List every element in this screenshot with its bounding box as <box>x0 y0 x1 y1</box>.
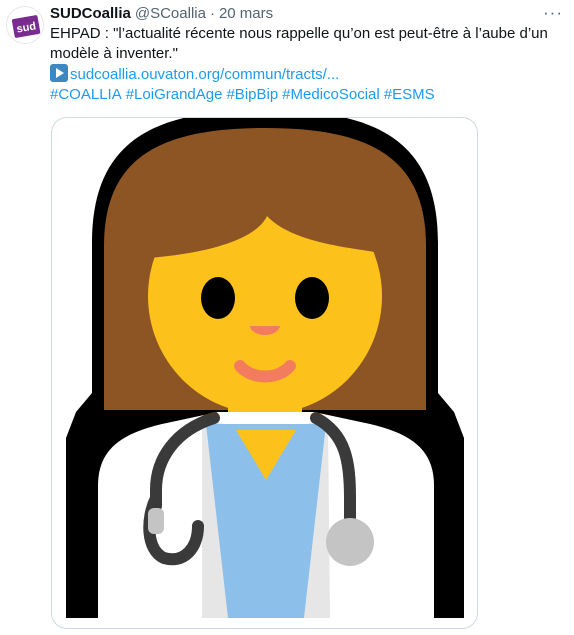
more-options-icon[interactable]: ··· <box>540 3 566 23</box>
woman-health-worker-icon <box>66 118 464 618</box>
hashtag-list: #COALLIA #LoiGrandAge #BipBip #MedicoSocial… <box>50 85 565 105</box>
tweet-date[interactable]: 20 mars <box>219 5 273 22</box>
tweet-text: EHPAD : "l’actualité récente nous rappel… <box>50 24 565 105</box>
eye-right <box>295 277 329 319</box>
stethoscope-tip <box>148 508 164 534</box>
tweet-link[interactable]: sudcoallia.ouvaton.org/commun/tracts/... <box>70 66 339 83</box>
tweet-link-line: sudcoallia.ouvaton.org/commun/tracts/... <box>50 64 565 85</box>
hashtag-medicosocial[interactable]: #MedicoSocial <box>282 86 380 103</box>
tweet-media-image[interactable] <box>51 117 478 629</box>
hashtag-esms[interactable]: #ESMS <box>384 86 435 103</box>
play-button-icon <box>50 64 68 82</box>
author-handle[interactable]: @SCoallia <box>135 5 206 22</box>
author-name[interactable]: SUDCoallia <box>50 5 131 22</box>
hashtag-coallia[interactable]: #COALLIA <box>50 86 122 103</box>
tweet[interactable]: sud SUDCoallia @SCoallia · 20 mars ··· E… <box>0 0 574 635</box>
hashtag-loigrandage[interactable]: #LoiGrandAge <box>126 86 223 103</box>
sud-logo-icon: sud <box>11 15 41 38</box>
tweet-text-line-1: EHPAD : "l’actualité récente nous rappel… <box>50 25 548 42</box>
tweet-header: SUDCoallia @SCoallia · 20 mars <box>50 3 273 23</box>
separator-dot: · <box>209 4 215 22</box>
stethoscope-chestpiece <box>326 518 374 566</box>
tweet-text-line-2: modèle à inventer." <box>50 45 178 62</box>
hashtag-bipbip[interactable]: #BipBip <box>226 86 278 103</box>
avatar[interactable]: sud <box>6 6 44 44</box>
eye-left <box>201 277 235 319</box>
